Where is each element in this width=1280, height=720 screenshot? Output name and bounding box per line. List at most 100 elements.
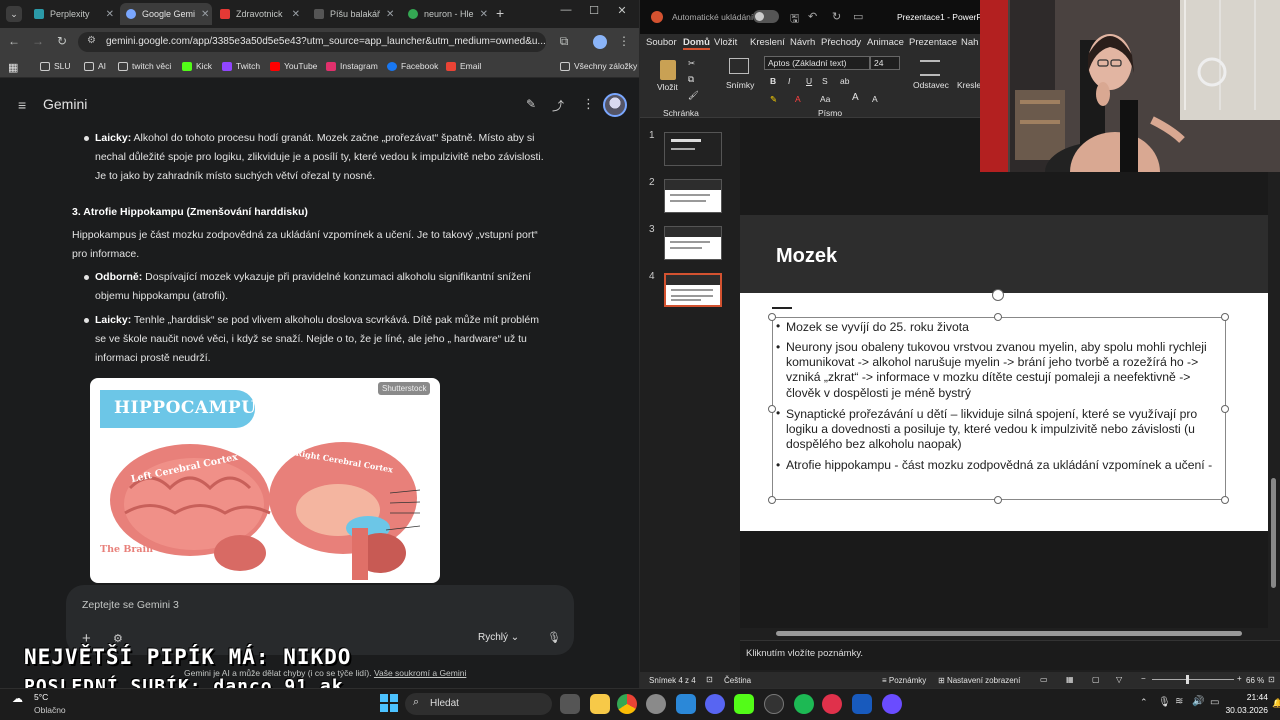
- file-explorer-icon[interactable]: [590, 694, 610, 714]
- bookmark-youtube[interactable]: YouTube: [270, 61, 317, 71]
- more-options-icon[interactable]: ⋮: [582, 96, 595, 112]
- tab-prechody[interactable]: Přechody: [821, 37, 861, 48]
- tab-vlozit[interactable]: Vložit: [714, 37, 737, 48]
- maximize-button[interactable]: ☐: [584, 4, 604, 17]
- avatar[interactable]: [603, 93, 627, 117]
- tab-nahled[interactable]: Nah: [961, 37, 978, 48]
- close-icon[interactable]: ✕: [106, 9, 114, 20]
- new-slide-icon[interactable]: [729, 58, 749, 74]
- save-icon[interactable]: 🖫: [790, 10, 799, 29]
- resize-handle[interactable]: [994, 496, 1002, 504]
- vertical-scrollbar[interactable]: [1268, 118, 1280, 628]
- tray-chevron-icon[interactable]: ⌃: [1140, 697, 1148, 708]
- resize-handle[interactable]: [1221, 405, 1229, 413]
- bookmark-ai[interactable]: AI: [84, 61, 106, 71]
- menu-dots-icon[interactable]: ⋮: [616, 34, 632, 48]
- task-view-icon[interactable]: [560, 694, 580, 714]
- photos-icon[interactable]: [676, 694, 696, 714]
- microphone-icon[interactable]: 🎙: [547, 631, 561, 644]
- new-chat-icon[interactable]: ✎: [526, 97, 536, 111]
- weather-icon[interactable]: ☁: [12, 692, 23, 705]
- slide-title[interactable]: Mozek: [776, 245, 837, 268]
- apps-icon[interactable]: ▦: [8, 61, 18, 74]
- fit-slide-icon[interactable]: ⊡: [1268, 675, 1275, 684]
- close-window-button[interactable]: ✕: [612, 4, 632, 17]
- view-settings-button[interactable]: ⊞ Nastavení zobrazení: [938, 676, 1020, 685]
- tab-prezentace[interactable]: Prezentace: [909, 37, 957, 48]
- format-painter-icon[interactable]: 🖌: [688, 90, 699, 101]
- normal-view-icon[interactable]: ▭: [1040, 675, 1048, 684]
- font-name-select[interactable]: Aptos (Základní text): [764, 56, 870, 70]
- accessibility-icon[interactable]: ⊡: [706, 675, 713, 684]
- chrome-icon[interactable]: [617, 694, 637, 714]
- slides-label[interactable]: Snímky: [726, 80, 754, 90]
- shrink-font-icon[interactable]: A: [872, 94, 878, 104]
- paragraph-label[interactable]: Odstavec: [913, 80, 949, 90]
- bookmark-kick[interactable]: Kick: [182, 61, 212, 71]
- font-size-select[interactable]: 24: [870, 56, 900, 70]
- rotate-handle-icon[interactable]: [992, 289, 1004, 301]
- clock-date[interactable]: 30.03.2026: [1222, 705, 1268, 715]
- back-arrow-icon[interactable]: ←: [6, 34, 22, 48]
- zoom-out-icon[interactable]: −: [1141, 674, 1146, 683]
- zoom-level[interactable]: 66 %: [1246, 676, 1264, 685]
- notes-toggle[interactable]: ≡ Poznámky: [882, 676, 926, 685]
- tab-domu[interactable]: Domů: [683, 37, 710, 50]
- kick-icon[interactable]: [734, 694, 754, 714]
- tab-pisu-balakar[interactable]: Píšu balakář ✕: [308, 3, 400, 25]
- tab-search-button[interactable]: ⌄: [6, 6, 22, 22]
- tab-kresleni[interactable]: Kreslení: [750, 37, 785, 48]
- bookmark-instagram[interactable]: Instagram: [326, 61, 378, 71]
- autosave-toggle[interactable]: [753, 10, 779, 23]
- resize-handle[interactable]: [768, 313, 776, 321]
- site-info-icon[interactable]: ⚙: [87, 35, 96, 46]
- discord-icon[interactable]: [705, 694, 725, 714]
- privacy-link[interactable]: Vaše soukromí a Gemini: [374, 668, 466, 678]
- close-icon[interactable]: ✕: [386, 9, 394, 20]
- italic-icon[interactable]: I: [788, 76, 790, 86]
- share-icon[interactable]: ⤴: [552, 97, 564, 114]
- clock-time[interactable]: 21:44: [1232, 692, 1268, 702]
- scroll-thumb[interactable]: [776, 631, 1242, 636]
- microphone-icon[interactable]: 🎙: [1158, 697, 1171, 708]
- obs-icon[interactable]: [764, 694, 784, 714]
- settings-icon[interactable]: [646, 694, 666, 714]
- minimize-button[interactable]: —: [556, 4, 576, 16]
- battery-icon[interactable]: ▭: [1210, 697, 1219, 708]
- slide-thumb-2[interactable]: [664, 179, 722, 213]
- close-icon[interactable]: ✕: [292, 9, 300, 20]
- wifi-icon[interactable]: ≋: [1175, 696, 1183, 707]
- sorter-view-icon[interactable]: ▦: [1066, 675, 1074, 684]
- slide-thumb-1[interactable]: [664, 132, 722, 166]
- volume-icon[interactable]: 🔊: [1192, 696, 1204, 707]
- horizontal-scrollbar[interactable]: [740, 628, 1268, 640]
- close-icon[interactable]: ✕: [201, 9, 209, 20]
- resize-handle[interactable]: [1221, 496, 1229, 504]
- paragraph-icon[interactable]: [920, 60, 940, 76]
- bookmark-facebook[interactable]: Facebook: [387, 61, 438, 71]
- underline-icon[interactable]: U: [806, 76, 812, 86]
- tools-icon[interactable]: ⚙: [113, 632, 123, 645]
- notes-pane[interactable]: Kliknutím vložíte poznámky.: [740, 640, 1280, 670]
- tab-animace[interactable]: Animace: [867, 37, 904, 48]
- forward-arrow-icon[interactable]: →: [30, 34, 46, 48]
- bold-icon[interactable]: B: [770, 76, 776, 86]
- paste-label[interactable]: Vložit: [657, 82, 678, 92]
- scroll-thumb[interactable]: [1271, 478, 1276, 588]
- tab-soubor[interactable]: Soubor: [646, 37, 677, 48]
- tab-perplexity[interactable]: Perplexity ✕: [28, 3, 120, 25]
- change-case-icon[interactable]: Aa: [820, 94, 830, 104]
- bookmark-email[interactable]: Email: [446, 61, 481, 71]
- zoom-in-icon[interactable]: +: [1237, 674, 1242, 683]
- weather-desc[interactable]: Oblačno: [34, 705, 66, 715]
- reading-view-icon[interactable]: ▢: [1092, 675, 1100, 684]
- hippocampus-image[interactable]: HIPPOCAMPUS Shutterstock Left Cerebral C…: [90, 378, 440, 583]
- tab-navrh[interactable]: Návrh: [790, 37, 815, 48]
- slide-thumb-4[interactable]: [664, 273, 722, 307]
- present-icon[interactable]: ▭: [853, 10, 863, 23]
- profile-avatar[interactable]: [593, 35, 607, 49]
- address-bar[interactable]: ⚙ gemini.google.com/app/3385e3a50d5e5e43…: [78, 32, 546, 52]
- spotify-icon[interactable]: [794, 694, 814, 714]
- tab-gemini[interactable]: Google Gemi ✕: [120, 3, 212, 25]
- resize-handle[interactable]: [1221, 313, 1229, 321]
